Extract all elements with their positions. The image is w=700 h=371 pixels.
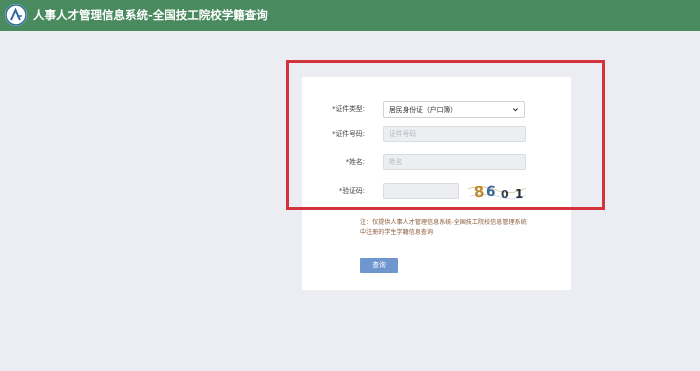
- captcha-label: *验证码:: [303, 186, 365, 196]
- query-note: 注：仅提供人事人才管理信息系统-全国技工院校信息管理系统中注册的学生学籍信息查询: [360, 219, 527, 236]
- svg-text:8: 8: [473, 182, 485, 201]
- id-number-input[interactable]: [383, 126, 526, 142]
- id-type-label: *证件类型:: [303, 104, 365, 114]
- id-type-label-text: 证件类型:: [335, 105, 365, 113]
- id-type-selected-value: 居民身份证（户口簿）: [389, 106, 457, 114]
- chevron-down-icon: [512, 108, 519, 112]
- id-number-label: *证件号码:: [303, 129, 365, 139]
- captcha-image[interactable]: 8 6 0 1: [466, 180, 528, 202]
- svg-text:6: 6: [485, 184, 496, 201]
- app-title: 人事人才管理信息系统-全国技工院校学籍查询: [33, 8, 268, 22]
- id-number-label-text: 证件号码:: [335, 130, 365, 138]
- name-input[interactable]: [383, 154, 526, 170]
- captcha-label-text: 验证码:: [342, 187, 365, 195]
- name-label-text: 姓名:: [349, 158, 365, 166]
- id-type-select[interactable]: 居民身份证（户口簿）: [383, 101, 525, 118]
- query-button[interactable]: 查询: [360, 258, 398, 273]
- svg-text:0: 0: [501, 188, 509, 201]
- svg-text:1: 1: [515, 187, 523, 201]
- logo-icon: [5, 4, 27, 26]
- top-header-bar: 人事人才管理信息系统-全国技工院校学籍查询: [0, 0, 700, 31]
- captcha-input[interactable]: [383, 183, 459, 199]
- name-label: *姓名:: [303, 157, 365, 167]
